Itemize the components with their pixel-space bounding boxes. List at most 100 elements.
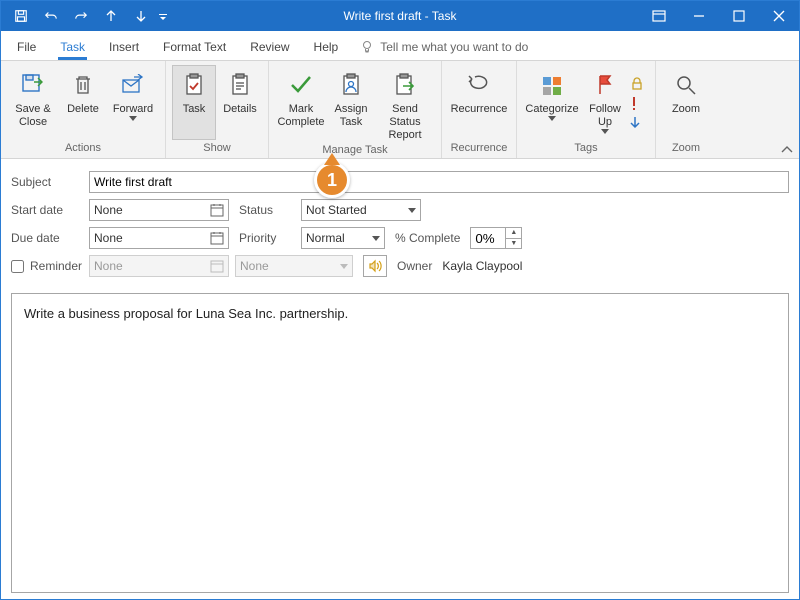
title-bar: Write first draft - Task <box>1 1 799 31</box>
tab-strip: File Task Insert Format Text Review Help… <box>1 31 799 61</box>
due-date-label: Due date <box>11 231 79 245</box>
group-zoom-label: Zoom <box>672 140 700 156</box>
reminder-label: Reminder <box>30 259 82 273</box>
chevron-down-icon <box>408 208 416 213</box>
task-form: Subject Start date None Status Not Start… <box>1 159 799 289</box>
calendar-icon <box>210 231 224 245</box>
checkmark-icon <box>288 69 314 101</box>
close-button[interactable] <box>759 1 799 31</box>
spinner-up-icon[interactable]: ▲ <box>506 228 521 239</box>
maximize-button[interactable] <box>719 1 759 31</box>
high-importance-button[interactable] <box>629 96 649 112</box>
priority-label: Priority <box>239 231 291 245</box>
chevron-up-icon <box>781 146 793 154</box>
group-actions: Save & Close Delete Forward Actions <box>1 61 166 158</box>
assign-task-button[interactable]: Assign Task <box>329 65 373 142</box>
tab-help[interactable]: Help <box>312 34 341 60</box>
chevron-down-icon <box>372 236 380 241</box>
reminder-date-input: None <box>89 255 229 277</box>
task-body[interactable]: Write a business proposal for Luna Sea I… <box>11 293 789 593</box>
group-tags-label: Tags <box>574 140 597 156</box>
chevron-down-icon <box>340 264 348 269</box>
group-recurrence: Recurrence Recurrence <box>442 61 517 158</box>
group-actions-label: Actions <box>65 140 101 156</box>
recurrence-button[interactable]: Recurrence <box>448 65 510 140</box>
group-zoom: Zoom Zoom <box>656 61 716 158</box>
group-recurrence-label: Recurrence <box>451 140 508 156</box>
owner-value: Kayla Claypool <box>442 259 522 273</box>
status-label: Status <box>239 203 291 217</box>
tab-review[interactable]: Review <box>248 34 291 60</box>
minimize-button[interactable] <box>679 1 719 31</box>
zoom-button[interactable]: Zoom <box>662 65 710 140</box>
owner-label: Owner <box>397 259 432 273</box>
details-view-button[interactable]: Details <box>218 65 262 140</box>
private-button[interactable] <box>629 76 649 92</box>
recurrence-icon <box>466 69 492 101</box>
clipboard-person-icon <box>340 69 362 101</box>
save-close-icon <box>20 69 46 101</box>
task-view-button[interactable]: Task <box>172 65 216 140</box>
start-date-input[interactable]: None <box>89 199 229 221</box>
send-status-report-button[interactable]: Send Status Report <box>375 65 435 142</box>
lightbulb-icon <box>360 40 374 54</box>
forward-button[interactable]: Forward <box>107 65 159 140</box>
group-show-label: Show <box>203 140 231 156</box>
ribbon-display-icon[interactable] <box>639 1 679 31</box>
pct-complete-input[interactable]: ▲ ▼ <box>470 227 522 249</box>
collapse-ribbon-button[interactable] <box>781 146 793 154</box>
low-importance-button[interactable] <box>629 116 649 130</box>
clipboard-details-icon <box>229 69 251 101</box>
dropdown-icon <box>601 129 609 134</box>
pct-complete-label: % Complete <box>395 231 460 245</box>
start-date-label: Start date <box>11 203 79 217</box>
flag-icon <box>594 69 616 101</box>
high-importance-icon <box>629 96 639 112</box>
group-show: Task Details Show <box>166 61 269 158</box>
previous-item-icon[interactable] <box>97 1 125 31</box>
tell-me[interactable]: Tell me what you want to do <box>360 40 528 60</box>
tab-file[interactable]: File <box>15 34 38 60</box>
reminder-time-input: None <box>235 255 353 277</box>
subject-label: Subject <box>11 175 79 189</box>
undo-icon[interactable] <box>37 1 65 31</box>
follow-up-button[interactable]: Follow Up <box>583 65 627 140</box>
reminder-checkbox[interactable] <box>11 260 24 273</box>
redo-icon[interactable] <box>67 1 95 31</box>
pct-spinner[interactable]: ▲ ▼ <box>506 227 522 249</box>
save-close-button[interactable]: Save & Close <box>7 65 59 140</box>
group-tags: Categorize Follow Up <box>517 61 656 158</box>
clipboard-send-icon <box>393 69 417 101</box>
zoom-icon <box>674 69 698 101</box>
tab-insert[interactable]: Insert <box>107 34 141 60</box>
status-select[interactable]: Not Started <box>301 199 421 221</box>
spinner-down-icon[interactable]: ▼ <box>506 239 521 249</box>
tab-format-text[interactable]: Format Text <box>161 34 228 60</box>
callout-1: 1 <box>314 162 350 198</box>
ribbon: Save & Close Delete Forward Actions <box>1 61 799 159</box>
tab-task[interactable]: Task <box>58 34 87 60</box>
tell-me-label: Tell me what you want to do <box>380 40 528 54</box>
calendar-icon <box>210 259 224 273</box>
calendar-icon <box>210 203 224 217</box>
group-manage-task: Mark Complete Assign Task Send Status Re… <box>269 61 442 158</box>
mark-complete-button[interactable]: Mark Complete <box>275 65 327 142</box>
categorize-button[interactable]: Categorize <box>523 65 581 140</box>
qat-dropdown-icon[interactable] <box>157 1 169 31</box>
dropdown-icon <box>129 116 137 121</box>
delete-button[interactable]: Delete <box>61 65 105 140</box>
priority-select[interactable]: Normal <box>301 227 385 249</box>
priority-buttons <box>629 65 649 140</box>
save-icon[interactable] <box>7 1 35 31</box>
lock-icon <box>629 76 645 92</box>
clipboard-task-icon <box>183 69 205 101</box>
due-date-input[interactable]: None <box>89 227 229 249</box>
low-importance-icon <box>629 116 641 130</box>
reminder-sound-button[interactable] <box>363 255 387 277</box>
forward-icon <box>120 69 146 101</box>
sound-icon <box>368 259 382 273</box>
next-item-icon[interactable] <box>127 1 155 31</box>
delete-icon <box>72 69 94 101</box>
dropdown-icon <box>548 116 556 121</box>
subject-input[interactable] <box>89 171 789 193</box>
